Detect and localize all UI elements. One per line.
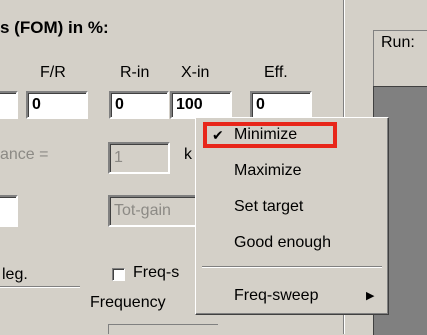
menu-item-maximize-label: Maximize <box>234 162 302 179</box>
col-header-eff: Eff. <box>264 64 288 81</box>
rin-field[interactable]: 0 <box>109 91 169 119</box>
distance-field[interactable]: 1 <box>108 142 170 174</box>
menu-item-minimize[interactable]: ✔ Minimize <box>196 120 388 150</box>
menu-item-good-enough[interactable]: Good enough <box>196 228 388 258</box>
totgain-field[interactable]: Tot-gain <box>108 195 200 227</box>
leg-label: leg. <box>2 266 28 283</box>
frequency-label: Frequency <box>90 294 166 311</box>
col-header-fr: F/R <box>40 64 66 81</box>
distance-label: ance = <box>0 146 49 163</box>
menu-item-freq-sweep[interactable]: Freq-sweep ▶ <box>196 281 388 311</box>
freq-check-label: Freq-s <box>133 264 180 281</box>
eff-field[interactable]: 0 <box>250 91 312 119</box>
menu-item-maximize[interactable]: Maximize <box>196 156 388 186</box>
menu-item-good-enough-label: Good enough <box>234 234 331 251</box>
run-area-top-strip <box>373 56 427 86</box>
fom-context-menu: ✔ Minimize Maximize Set target Good enou… <box>195 117 389 315</box>
left-edge-box-1[interactable] <box>0 195 18 227</box>
run-label: Run: <box>381 34 415 51</box>
menu-item-set-target[interactable]: Set target <box>196 192 388 222</box>
col-header-xin: X-in <box>181 64 210 81</box>
menu-item-set-target-label: Set target <box>234 198 304 215</box>
menu-item-freq-sweep-label: Freq-sweep <box>234 287 319 304</box>
group-box-line-light <box>0 287 80 288</box>
fom-header: s (FOM) in %: <box>0 18 109 37</box>
menu-separator <box>202 266 382 268</box>
frequency-frame-vert <box>108 324 109 334</box>
fr-field[interactable]: 0 <box>26 91 88 119</box>
k-label: k <box>184 146 192 163</box>
col-header-rin: R-in <box>120 64 150 81</box>
minimize-highlight-box <box>203 122 337 148</box>
freq-sweep-checkbox[interactable] <box>112 268 125 281</box>
edge-field[interactable] <box>0 91 18 119</box>
frequency-frame-line <box>108 324 218 325</box>
xin-field[interactable]: 100 <box>170 91 232 119</box>
submenu-arrow-icon: ▶ <box>366 290 375 302</box>
